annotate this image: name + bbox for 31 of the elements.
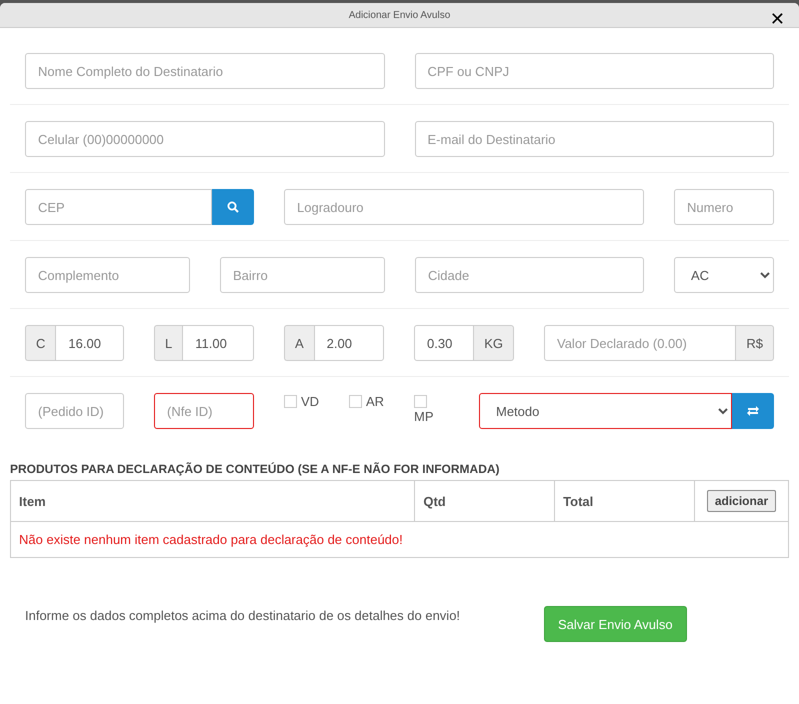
column-header: Qtd <box>414 480 555 522</box>
checkbox[interactable] <box>414 395 427 408</box>
input-field[interactable]: 11.00 <box>182 325 254 361</box>
refresh-button[interactable] <box>732 393 774 429</box>
checkbox-label: AR <box>366 395 384 409</box>
section-heading: PRODUTOS PARA DECLARAÇÃO DE CONTEÚDO (SE A NF-E NÃO FOR INFORMADA) <box>10 462 501 476</box>
input-field[interactable]: 2.00 <box>314 325 384 361</box>
search-button[interactable] <box>212 189 254 225</box>
addon-label: R$ <box>736 325 774 361</box>
addon-label: L <box>154 325 182 361</box>
close-button[interactable]: ✕ <box>770 11 785 29</box>
select-field[interactable]: AC <box>674 257 774 293</box>
input-field[interactable]: 16.00 <box>55 325 124 361</box>
column-header: Total <box>554 480 694 522</box>
select-field[interactable]: Metodo <box>479 393 732 429</box>
window-title: Adicionar Envio Avulso <box>348 10 450 20</box>
addon-label: C <box>25 325 56 361</box>
empty-message: Não existe nenhum item cadastrado para declaração de conteúdo! <box>10 522 788 558</box>
info-message: Informe os dados completos acima do destinatario de os detalhes do envio! <box>25 607 462 623</box>
checkbox-label: MP <box>414 410 434 424</box>
swap-arrows-icon <box>746 405 760 417</box>
input-field[interactable]: (Nfe ID) <box>154 393 254 429</box>
add-button[interactable]: adicionar <box>706 490 776 512</box>
column-header: Item <box>10 480 415 522</box>
search-icon <box>227 201 239 213</box>
checkbox[interactable] <box>284 395 297 408</box>
addon-label: A <box>284 325 314 361</box>
addon-label: KG <box>474 325 514 361</box>
checkbox-label: VD <box>301 395 320 409</box>
input-field[interactable]: 0.30 <box>414 325 474 361</box>
checkbox[interactable] <box>349 395 362 408</box>
